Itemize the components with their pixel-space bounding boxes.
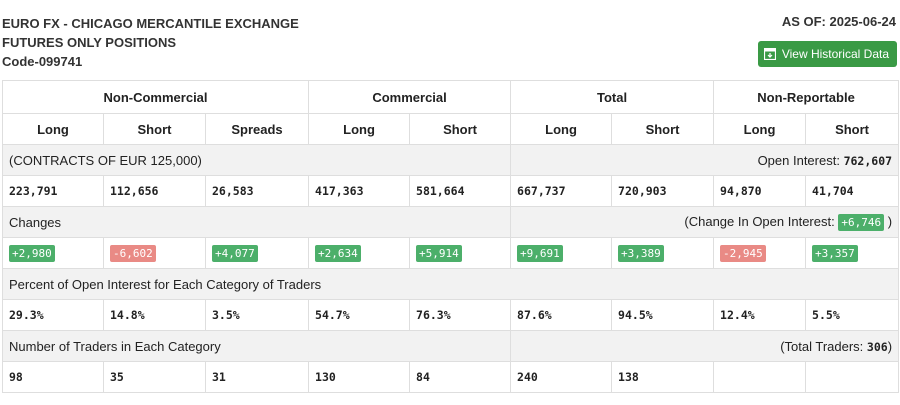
table-cell [805,361,900,393]
change-oi-prefix: (Change In Open Interest: [684,213,835,229]
contracts-label: (CONTRACTS OF EUR 125,000) [1,144,512,176]
group-header: Total [510,80,715,114]
column-header: Long [713,113,807,145]
change-badge: +3,357 [812,244,858,262]
column-header: Long [2,113,104,145]
change-badge: +2,634 [315,244,361,262]
table-cell: 14.8% [103,299,206,331]
changes-label-row: Changes (Change In Open Interest: +6,746… [1,206,900,238]
sub-header-row: Long Short Spreads Long Short Long Short… [2,113,900,145]
traders-label-row: Number of Traders in Each Category (Tota… [1,330,900,362]
table-cell: 26,583 [204,175,310,207]
change-badge: +2,980 [9,244,55,262]
table-cell: 3.5% [204,299,310,331]
column-header: Long [308,113,411,145]
table-cell: 581,664 [409,175,512,207]
change-badge: +5,914 [416,244,462,262]
column-header: Short [611,113,715,145]
table-cell: 87.6% [510,299,613,331]
total-traders: (Total Traders: 306) [510,330,900,362]
total-traders-value: 306 [866,339,888,354]
group-header: Non-Reportable [713,80,900,114]
change-in-open-interest: (Change In Open Interest: +6,746 ) [510,206,900,238]
positions-table: Non-Commercial Commercial Total Non-Repo… [1,80,900,393]
table-cell: 112,656 [103,175,206,207]
report-title: EURO FX - CHICAGO MERCANTILE EXCHANGE [2,16,299,31]
total-traders-prefix: (Total Traders: [780,338,864,354]
table-cell: 98 [2,361,104,393]
change-oi-suffix: ) [887,213,893,229]
report-code: Code-099741 [2,54,83,69]
table-cell: 94.5% [611,299,715,331]
table-cell: 720,903 [611,175,715,207]
as-of-date: AS OF: 2025-06-24 [781,14,896,29]
table-cell: 240 [510,361,613,393]
table-cell: 29.3% [2,299,104,331]
traders-label: Number of Traders in Each Category [1,330,512,362]
open-interest-label: Open Interest: [757,152,840,168]
change-badge: +4,077 [212,244,258,262]
table-cell: 223,791 [2,175,104,207]
calendar-download-icon [763,48,776,60]
contracts-label-row: (CONTRACTS OF EUR 125,000) Open Interest… [1,144,900,176]
table-cell: 41,704 [805,175,900,207]
group-header: Non-Commercial [1,80,310,114]
contracts-row: 223,791 112,656 26,583 417,363 581,664 6… [2,175,900,207]
table-cell: 12.4% [713,299,807,331]
column-header: Short [409,113,512,145]
table-cell: 94,870 [713,175,807,207]
table-cell: 84 [409,361,512,393]
percent-row: 29.3% 14.8% 3.5% 54.7% 76.3% 87.6% 94.5%… [2,299,900,331]
group-header: Commercial [308,80,512,114]
traders-row: 98 35 31 130 84 240 138 [2,361,900,393]
percent-label: Percent of Open Interest for Each Catego… [1,268,900,300]
report-title-block: EURO FX - CHICAGO MERCANTILE EXCHANGE FU… [2,14,299,71]
column-header: Short [805,113,900,145]
change-badge: +3,389 [618,244,664,262]
table-cell: 138 [611,361,715,393]
table-cell: 667,737 [510,175,613,207]
open-interest-value: 762,607 [843,153,893,168]
group-header-row: Non-Commercial Commercial Total Non-Repo… [1,80,900,114]
table-cell: 5.5% [805,299,900,331]
percent-label-row: Percent of Open Interest for Each Catego… [1,268,900,300]
view-historical-data-label: View Historical Data [781,47,889,61]
open-interest: Open Interest: 762,607 [510,144,900,176]
view-historical-data-button[interactable]: View Historical Data [757,41,897,67]
changes-label: Changes [1,206,512,238]
table-cell [713,361,807,393]
column-header: Spreads [204,113,310,145]
change-badge: -6,602 [110,244,156,262]
table-cell: 417,363 [308,175,411,207]
change-badge: -2,945 [720,244,766,262]
table-cell: 130 [308,361,411,393]
report-subtitle: FUTURES ONLY POSITIONS [2,35,177,50]
change-badge: +9,691 [517,244,563,262]
total-traders-suffix: ) [887,338,893,354]
column-header: Short [103,113,206,145]
table-cell: 54.7% [308,299,411,331]
change-oi-badge: +6,746 [838,213,885,231]
changes-row: +2,980 -6,602 +4,077 +2,634 +5,914 +9,69… [2,237,900,269]
table-cell: 35 [103,361,206,393]
table-cell: 76.3% [409,299,512,331]
table-cell: 31 [204,361,310,393]
column-header: Long [510,113,613,145]
